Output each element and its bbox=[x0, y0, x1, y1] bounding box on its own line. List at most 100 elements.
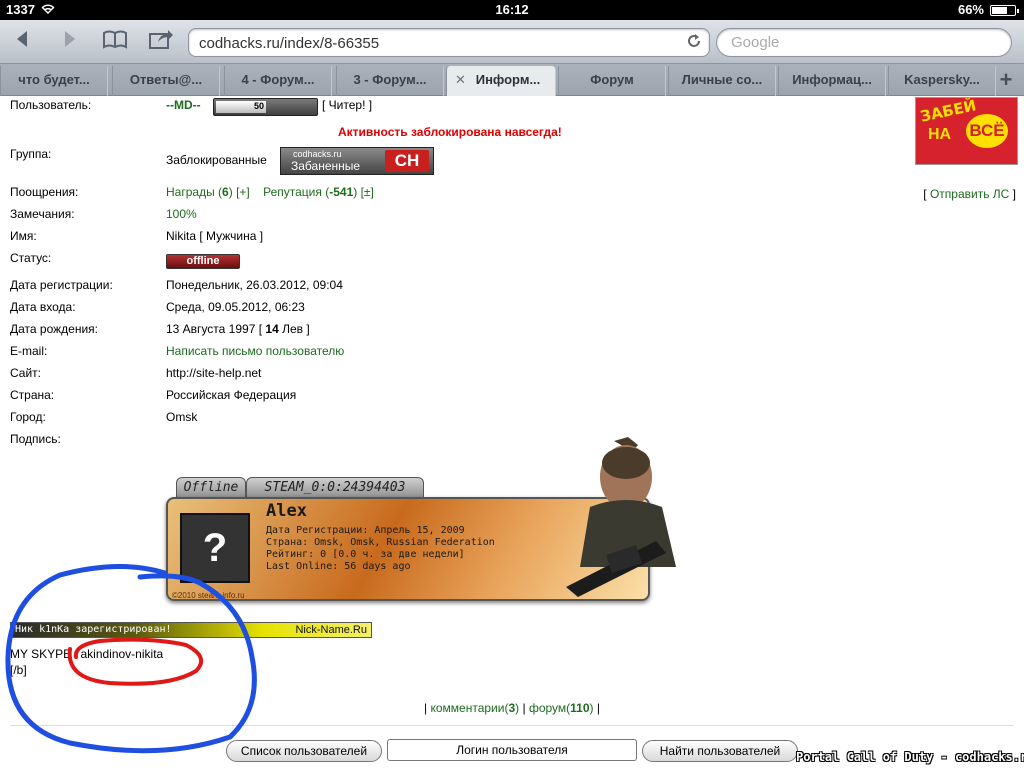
tab-9[interactable]: Kaspersky... bbox=[888, 66, 996, 96]
page-content: Пользователь: --MD-- 50 [ Читер! ] ЗАБЕЙ… bbox=[0, 96, 1024, 768]
search-input[interactable] bbox=[731, 34, 991, 51]
warnings-label: Замечания: bbox=[10, 207, 75, 221]
userbar-image: 50 bbox=[213, 98, 318, 116]
blocked-notice: Активность заблокирована навсегда! bbox=[338, 125, 562, 139]
url-text[interactable]: codhacks.ru/index/8-66355 bbox=[199, 35, 379, 52]
tab-4[interactable]: 3 - Форум... bbox=[336, 66, 444, 96]
group-value: Заблокированные bbox=[166, 153, 267, 167]
steam-status-tab: Offline bbox=[176, 477, 246, 499]
rewards-add-link[interactable]: [+] bbox=[236, 185, 250, 199]
close-tab-icon[interactable]: ✕ bbox=[455, 66, 466, 94]
annotation-overlay bbox=[5, 563, 257, 754]
skype-line: MY SKYPE akindinov-nikita bbox=[10, 647, 163, 661]
comments-link[interactable]: комментарии bbox=[430, 701, 504, 715]
forward-arrow-icon[interactable] bbox=[52, 28, 86, 56]
tab-label: Информ... bbox=[475, 72, 541, 87]
steam-name: Alex bbox=[266, 501, 307, 521]
reputation-link[interactable]: Репутация bbox=[263, 185, 322, 199]
search-bar[interactable] bbox=[716, 28, 1012, 57]
badge-site: codhacks.ru bbox=[293, 149, 342, 159]
userbar-value: 50 bbox=[254, 101, 265, 111]
browser-toolbar: codhacks.ru/index/8-66355 bbox=[0, 20, 1024, 64]
tab-label: Ответы@... bbox=[129, 72, 203, 87]
add-tab-icon[interactable]: + bbox=[994, 68, 1018, 92]
warnings-value[interactable]: 100% bbox=[166, 207, 197, 221]
status-label: Статус: bbox=[10, 251, 52, 265]
badge-title: Забаненные bbox=[291, 159, 361, 173]
screenshot-watermark: Portal Call of Duty - codhacks.ru bbox=[796, 750, 1024, 764]
badge-logo: CH bbox=[385, 150, 429, 172]
steam-credit: ©2010 steam-info.ru bbox=[172, 591, 245, 600]
comments-count: 3 bbox=[508, 701, 516, 715]
clock: 16:12 bbox=[495, 2, 529, 17]
tab-1[interactable]: что будет... bbox=[0, 66, 108, 96]
tab-label: Личные со... bbox=[681, 72, 763, 87]
steam-info-line: Дата Регистрации: Апрель 15, 2009 bbox=[266, 525, 465, 536]
reg-label: Дата регистрации: bbox=[10, 278, 113, 292]
tab-label: Kaspersky... bbox=[904, 72, 980, 87]
bbcode-tag: [/b] bbox=[10, 663, 27, 677]
forum-link[interactable]: форум bbox=[529, 701, 566, 715]
email-label: E-mail: bbox=[10, 344, 48, 358]
book-icon[interactable] bbox=[98, 28, 132, 56]
tab-7[interactable]: Личные со... bbox=[668, 66, 776, 96]
rewards-link[interactable]: Награды bbox=[166, 185, 215, 199]
status-badge: offline bbox=[166, 254, 240, 269]
avatar-text-3: ВСЁ bbox=[966, 114, 1008, 148]
name-label: Имя: bbox=[10, 229, 37, 243]
steam-info-line: Last Online: 56 days ago bbox=[266, 561, 411, 572]
soldier-image bbox=[566, 437, 676, 597]
find-users-button[interactable]: Найти пользователей bbox=[642, 740, 798, 762]
tab-label: что будет... bbox=[18, 72, 90, 87]
birth-label: Дата рождения: bbox=[10, 322, 98, 336]
tab-8[interactable]: Информац... bbox=[778, 66, 886, 96]
tab-label: 3 - Форум... bbox=[353, 72, 427, 87]
birth-row: 13 Августа 1997 [ 14 Лев ] bbox=[166, 322, 310, 336]
tab-2[interactable]: Ответы@... bbox=[112, 66, 220, 96]
tab-label: 4 - Форум... bbox=[241, 72, 315, 87]
user-name: --MD-- bbox=[166, 98, 201, 112]
steam-info: Дата Регистрации: Апрель 15, 2009 Страна… bbox=[266, 525, 495, 573]
site-link[interactable]: http://site-help.net bbox=[166, 366, 261, 380]
url-bar[interactable]: codhacks.ru/index/8-66355 bbox=[188, 28, 710, 57]
tab-6[interactable]: Форум bbox=[558, 66, 666, 96]
divider bbox=[10, 725, 1014, 726]
tab-strip: что будет... Ответы@... 4 - Форум... 3 -… bbox=[0, 64, 1024, 96]
user-avatar: ЗАБЕЙ НА ВСЁ bbox=[915, 96, 1018, 165]
steam-id-tab: STEAM_0:0:24394403 bbox=[246, 477, 424, 499]
rewards-row: Награды (6) [+] Репутация (-541) [±] bbox=[166, 185, 374, 199]
tab-label: Форум bbox=[590, 72, 634, 87]
steam-signature-card: Offline STEAM_0:0:24394403 ? Alex Дата Р… bbox=[166, 437, 676, 602]
rewards-label: Поощрения: bbox=[10, 185, 79, 199]
skype-value: akindinov-nikita bbox=[80, 647, 164, 661]
ios-status-bar: 1337 16:12 66% bbox=[0, 0, 1024, 20]
login-input[interactable]: Логин пользователя bbox=[387, 739, 637, 761]
birth-age: 14 bbox=[265, 322, 279, 336]
reputation-pm-link[interactable]: [±] bbox=[361, 185, 374, 199]
email-link[interactable]: Написать письмо пользователю bbox=[166, 344, 344, 358]
user-list-button[interactable]: Список пользователей bbox=[226, 740, 382, 762]
group-badge: codhacks.ru Забаненные CH bbox=[280, 147, 434, 175]
login-value: Среда, 09.05.2012, 06:23 bbox=[166, 300, 305, 314]
share-icon[interactable] bbox=[144, 28, 178, 56]
steam-info-line: Страна: Omsk, Omsk, Russian Federation bbox=[266, 537, 495, 548]
login-label: Дата входа: bbox=[10, 300, 76, 314]
steam-info-line: Рейтинг: 0 [0.0 ч. за две недели] bbox=[266, 549, 465, 560]
reputation-value: -541 bbox=[329, 185, 354, 199]
back-arrow-icon[interactable] bbox=[6, 28, 40, 56]
tab-3[interactable]: 4 - Форум... bbox=[224, 66, 332, 96]
site-label: Сайт: bbox=[10, 366, 42, 380]
send-pm-link[interactable]: Отправить ЛС bbox=[930, 187, 1009, 201]
nick-bar-text: Ник k1nKa зарегистрирован! bbox=[15, 624, 172, 635]
name-value: Nikita [ Мужчина ] bbox=[166, 229, 264, 243]
battery-percent: 66% bbox=[957, 2, 984, 17]
group-label: Группа: bbox=[10, 147, 52, 161]
birth-sign: Лев ] bbox=[282, 322, 310, 336]
reload-icon[interactable] bbox=[685, 32, 703, 55]
nick-name-userbar: Ник k1nKa зарегистрирован! Nick-Name.Ru bbox=[10, 622, 372, 638]
tab-5-active[interactable]: ✕ Информ... bbox=[446, 66, 556, 96]
country-label: Страна: bbox=[10, 388, 55, 402]
country-value: Российская Федерация bbox=[166, 388, 297, 402]
cheater-tag: [ Читер! ] bbox=[322, 98, 373, 112]
steam-avatar: ? bbox=[180, 513, 250, 583]
